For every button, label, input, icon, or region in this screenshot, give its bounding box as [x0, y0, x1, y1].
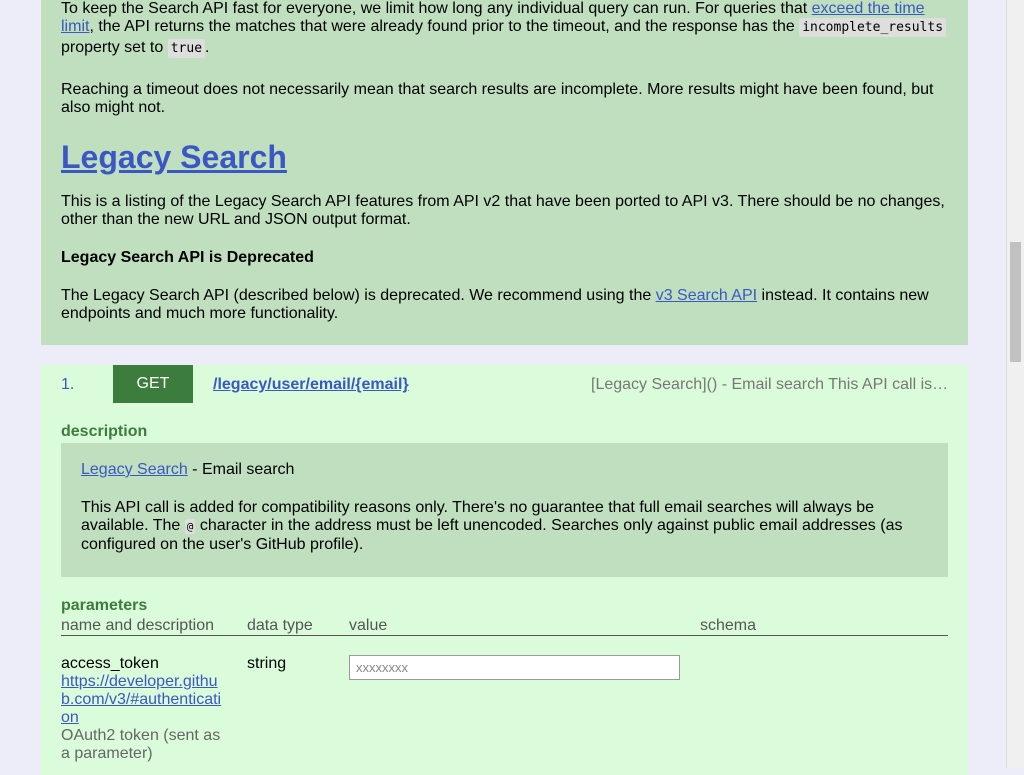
description-label: description — [61, 423, 148, 440]
legacy-search-heading-link[interactable]: Legacy Search — [61, 139, 287, 175]
endpoint-email-search: 1. GET /legacy/user/email/{email} [Legac… — [41, 365, 968, 775]
rate-text-1: To keep the Search API fast for everyone… — [61, 0, 812, 17]
endpoint-path-link[interactable]: /legacy/user/email/{email} — [213, 376, 409, 394]
incomplete-results-code: incomplete_results — [799, 18, 947, 37]
deprecated-text-1: The Legacy Search API (described below) … — [61, 287, 656, 304]
endpoint-number: 1. — [61, 376, 75, 393]
description-title: Legacy Search - Email search — [81, 461, 928, 479]
timeout-paragraph: Reaching a timeout does not necessarily … — [61, 81, 934, 116]
search-api-section: To keep the Search API fast for everyone… — [41, 0, 968, 345]
parameters-label: parameters — [61, 597, 148, 614]
v3-search-api-link[interactable]: v3 Search API — [656, 287, 757, 304]
deprecated-heading: Legacy Search API is Deprecated — [61, 249, 314, 266]
rate-limit-paragraph: To keep the Search API fast for everyone… — [61, 0, 948, 59]
deprecated-paragraph: The Legacy Search API (described below) … — [61, 287, 948, 323]
legacy-intro-paragraph: This is a listing of the Legacy Search A… — [61, 193, 945, 228]
true-code: true — [167, 39, 206, 58]
legacy-search-heading: Legacy Search — [61, 139, 948, 175]
column-name-and-description: name and description — [61, 617, 214, 634]
column-schema: schema — [700, 617, 757, 634]
param-note: OAuth2 token (sent as a parameter) — [61, 727, 221, 762]
parameters-header: name and description data type value sch… — [61, 616, 948, 636]
access-token-input[interactable] — [349, 655, 680, 680]
rate-text-4: . — [205, 39, 210, 56]
endpoint-summary: [Legacy Search]() - Email search This AP… — [591, 376, 949, 393]
description-paragraph: This API call is added for compatibility… — [81, 499, 928, 554]
get-method-button[interactable]: GET — [113, 365, 193, 403]
param-name: access_token — [61, 655, 159, 672]
legacy-search-desc-link[interactable]: Legacy Search — [81, 461, 188, 478]
param-name-cell: access_token https://developer.github.co… — [61, 655, 225, 763]
vertical-scrollbar[interactable] — [1006, 0, 1024, 768]
at-sign-code: @ — [184, 519, 196, 534]
param-data-type: string — [247, 655, 287, 672]
description-text-2: character in the address must be left un… — [81, 517, 903, 553]
rate-text-2: , the API returns the matches that were … — [89, 18, 800, 35]
scrollbar-thumb[interactable] — [1010, 242, 1021, 362]
description-title-text: - Email search — [187, 461, 295, 478]
authentication-link[interactable]: https://developer.github.com/v3/#authent… — [61, 673, 221, 726]
column-value: value — [349, 617, 388, 634]
description-box: Legacy Search - Email search This API ca… — [61, 443, 948, 577]
column-data-type: data type — [247, 617, 313, 634]
rate-text-3: property set to — [61, 39, 168, 56]
